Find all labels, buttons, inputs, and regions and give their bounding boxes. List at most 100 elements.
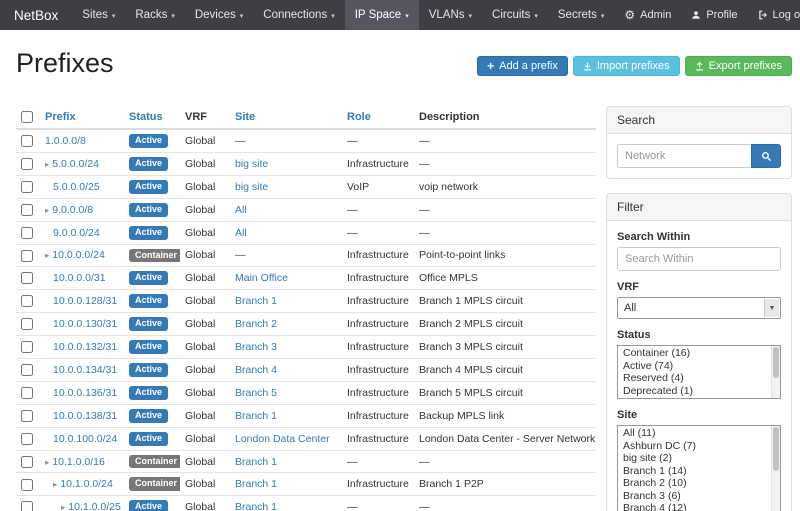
row-checkbox[interactable]: [21, 227, 33, 239]
row-checkbox[interactable]: [21, 250, 33, 262]
column-header-prefix[interactable]: Prefix: [40, 106, 124, 129]
nav-item-secrets[interactable]: Secrets▾: [548, 0, 615, 30]
status-listbox-scrollbar[interactable]: [771, 346, 780, 398]
prefix-table-body: ▸1.0.0.0/8 Active Global — — — ▸5.0.0.0/…: [16, 129, 596, 511]
site-link[interactable]: All: [235, 204, 247, 216]
row-checkbox[interactable]: [21, 204, 33, 216]
site-link[interactable]: Branch 4: [235, 364, 277, 376]
logout-link[interactable]: Log out: [748, 0, 800, 30]
site-link[interactable]: big site: [235, 158, 268, 170]
row-checkbox[interactable]: [21, 318, 33, 330]
prefix-link[interactable]: 10.0.0.128/31: [53, 295, 117, 307]
expand-arrow-icon[interactable]: ▸: [53, 479, 57, 489]
row-checkbox[interactable]: [21, 387, 33, 399]
expand-arrow-icon[interactable]: ▸: [61, 502, 65, 511]
row-checkbox[interactable]: [21, 135, 33, 147]
prefix-link[interactable]: 10.0.0.134/31: [53, 364, 117, 376]
listbox-option[interactable]: Branch 2 (10): [618, 477, 780, 490]
admin-link[interactable]: ⚙ Admin: [614, 0, 681, 30]
site-link[interactable]: Branch 3: [235, 341, 277, 353]
search-button[interactable]: [751, 144, 781, 168]
description-cell: —: [414, 129, 596, 152]
site-link[interactable]: Branch 1: [235, 295, 277, 307]
select-all-checkbox[interactable]: [21, 111, 33, 123]
listbox-option[interactable]: Deprecated (1): [618, 385, 780, 398]
nav-item-ip-space[interactable]: IP Space▾: [345, 0, 419, 30]
vrf-select[interactable]: All ▼: [617, 297, 781, 319]
prefix-link[interactable]: 9.0.0.0/24: [53, 227, 100, 239]
site-link[interactable]: Branch 2: [235, 318, 277, 330]
nav-item-devices[interactable]: Devices▾: [185, 0, 253, 30]
listbox-option[interactable]: Branch 4 (12): [618, 502, 780, 511]
row-checkbox[interactable]: [21, 181, 33, 193]
site-link[interactable]: London Data Center: [235, 433, 330, 445]
table-row: ▸9.0.0.0/24 Active Global All — —: [16, 221, 596, 244]
site-link[interactable]: Main Office: [235, 272, 288, 284]
prefix-link[interactable]: 10.0.0.138/31: [53, 410, 117, 422]
export-prefixes-button[interactable]: Export prefixes: [685, 56, 792, 76]
nav-item-connections[interactable]: Connections▾: [253, 0, 344, 30]
add-prefix-button[interactable]: + Add a prefix: [477, 56, 568, 76]
expand-arrow-icon[interactable]: ▸: [45, 250, 49, 260]
listbox-option[interactable]: Branch 3 (6): [618, 490, 780, 503]
prefix-link[interactable]: 10.0.0.132/31: [53, 341, 117, 353]
nav-item-circuits[interactable]: Circuits▾: [482, 0, 548, 30]
listbox-option[interactable]: Reserved (4): [618, 372, 780, 385]
prefix-link[interactable]: 10.1.0.0/25: [68, 501, 121, 511]
prefix-link[interactable]: 10.1.0.0/24: [60, 478, 113, 490]
row-checkbox[interactable]: [21, 158, 33, 170]
site-link[interactable]: big site: [235, 181, 268, 193]
row-checkbox[interactable]: [21, 479, 33, 491]
column-header-status[interactable]: Status: [124, 106, 180, 129]
row-checkbox[interactable]: [21, 364, 33, 376]
listbox-option[interactable]: All (11): [618, 427, 780, 440]
column-header-site[interactable]: Site: [230, 106, 342, 129]
import-prefixes-button[interactable]: Import prefixes: [573, 56, 680, 76]
row-checkbox[interactable]: [21, 433, 33, 445]
site-link[interactable]: Branch 1: [235, 410, 277, 422]
site-listbox-scrollbar[interactable]: [771, 426, 780, 511]
site-link[interactable]: Branch 5: [235, 387, 277, 399]
status-listbox[interactable]: Container (16)Active (74)Reserved (4)Dep…: [617, 345, 781, 399]
site-listbox[interactable]: All (11)Ashburn DC (7)big site (2)Branch…: [617, 425, 781, 511]
prefix-link[interactable]: 10.0.0.0/31: [53, 272, 106, 284]
row-checkbox[interactable]: [21, 295, 33, 307]
prefix-link[interactable]: 10.0.100.0/24: [53, 433, 117, 445]
search-within-input[interactable]: [617, 247, 781, 271]
listbox-option[interactable]: big site (2): [618, 452, 780, 465]
listbox-option[interactable]: Branch 1 (14): [618, 465, 780, 478]
site-link[interactable]: Branch 1: [235, 501, 277, 511]
expand-arrow-icon[interactable]: ▸: [45, 457, 49, 467]
table-row: ▸10.0.0.132/31 Active Global Branch 3 In…: [16, 336, 596, 359]
site-link[interactable]: Branch 1: [235, 478, 277, 490]
prefix-link[interactable]: 10.0.0.130/31: [53, 318, 117, 330]
nav-item-vlans[interactable]: VLANs▾: [419, 0, 482, 30]
row-checkbox[interactable]: [21, 410, 33, 422]
listbox-option[interactable]: Ashburn DC (7): [618, 440, 780, 453]
expand-arrow-icon[interactable]: ▸: [45, 205, 49, 215]
row-checkbox[interactable]: [21, 501, 33, 511]
search-input[interactable]: [617, 144, 751, 168]
site-link[interactable]: All: [235, 227, 247, 239]
prefix-link[interactable]: 5.0.0.0/25: [53, 181, 100, 193]
row-checkbox[interactable]: [21, 272, 33, 284]
indent-spacer: [45, 509, 61, 510]
prefix-link[interactable]: 9.0.0.0/8: [52, 204, 93, 216]
row-checkbox[interactable]: [21, 456, 33, 468]
row-checkbox[interactable]: [21, 341, 33, 353]
vrf-cell: Global: [180, 473, 230, 496]
column-header-role[interactable]: Role: [342, 106, 414, 129]
profile-link[interactable]: Profile: [681, 0, 747, 30]
prefix-link[interactable]: 10.0.0.136/31: [53, 387, 117, 399]
expand-arrow-icon[interactable]: ▸: [45, 159, 49, 169]
nav-item-racks[interactable]: Racks▾: [125, 0, 184, 30]
prefix-link[interactable]: 1.0.0.0/8: [45, 135, 86, 147]
prefix-link[interactable]: 10.0.0.0/24: [52, 249, 105, 261]
nav-item-sites[interactable]: Sites▾: [72, 0, 125, 30]
prefix-link[interactable]: 5.0.0.0/24: [52, 158, 99, 170]
listbox-option[interactable]: Container (16): [618, 347, 780, 360]
site-link[interactable]: Branch 1: [235, 456, 277, 468]
brand-logo[interactable]: NetBox: [0, 0, 72, 30]
listbox-option[interactable]: Active (74): [618, 360, 780, 373]
prefix-link[interactable]: 10.1.0.0/16: [52, 456, 105, 468]
